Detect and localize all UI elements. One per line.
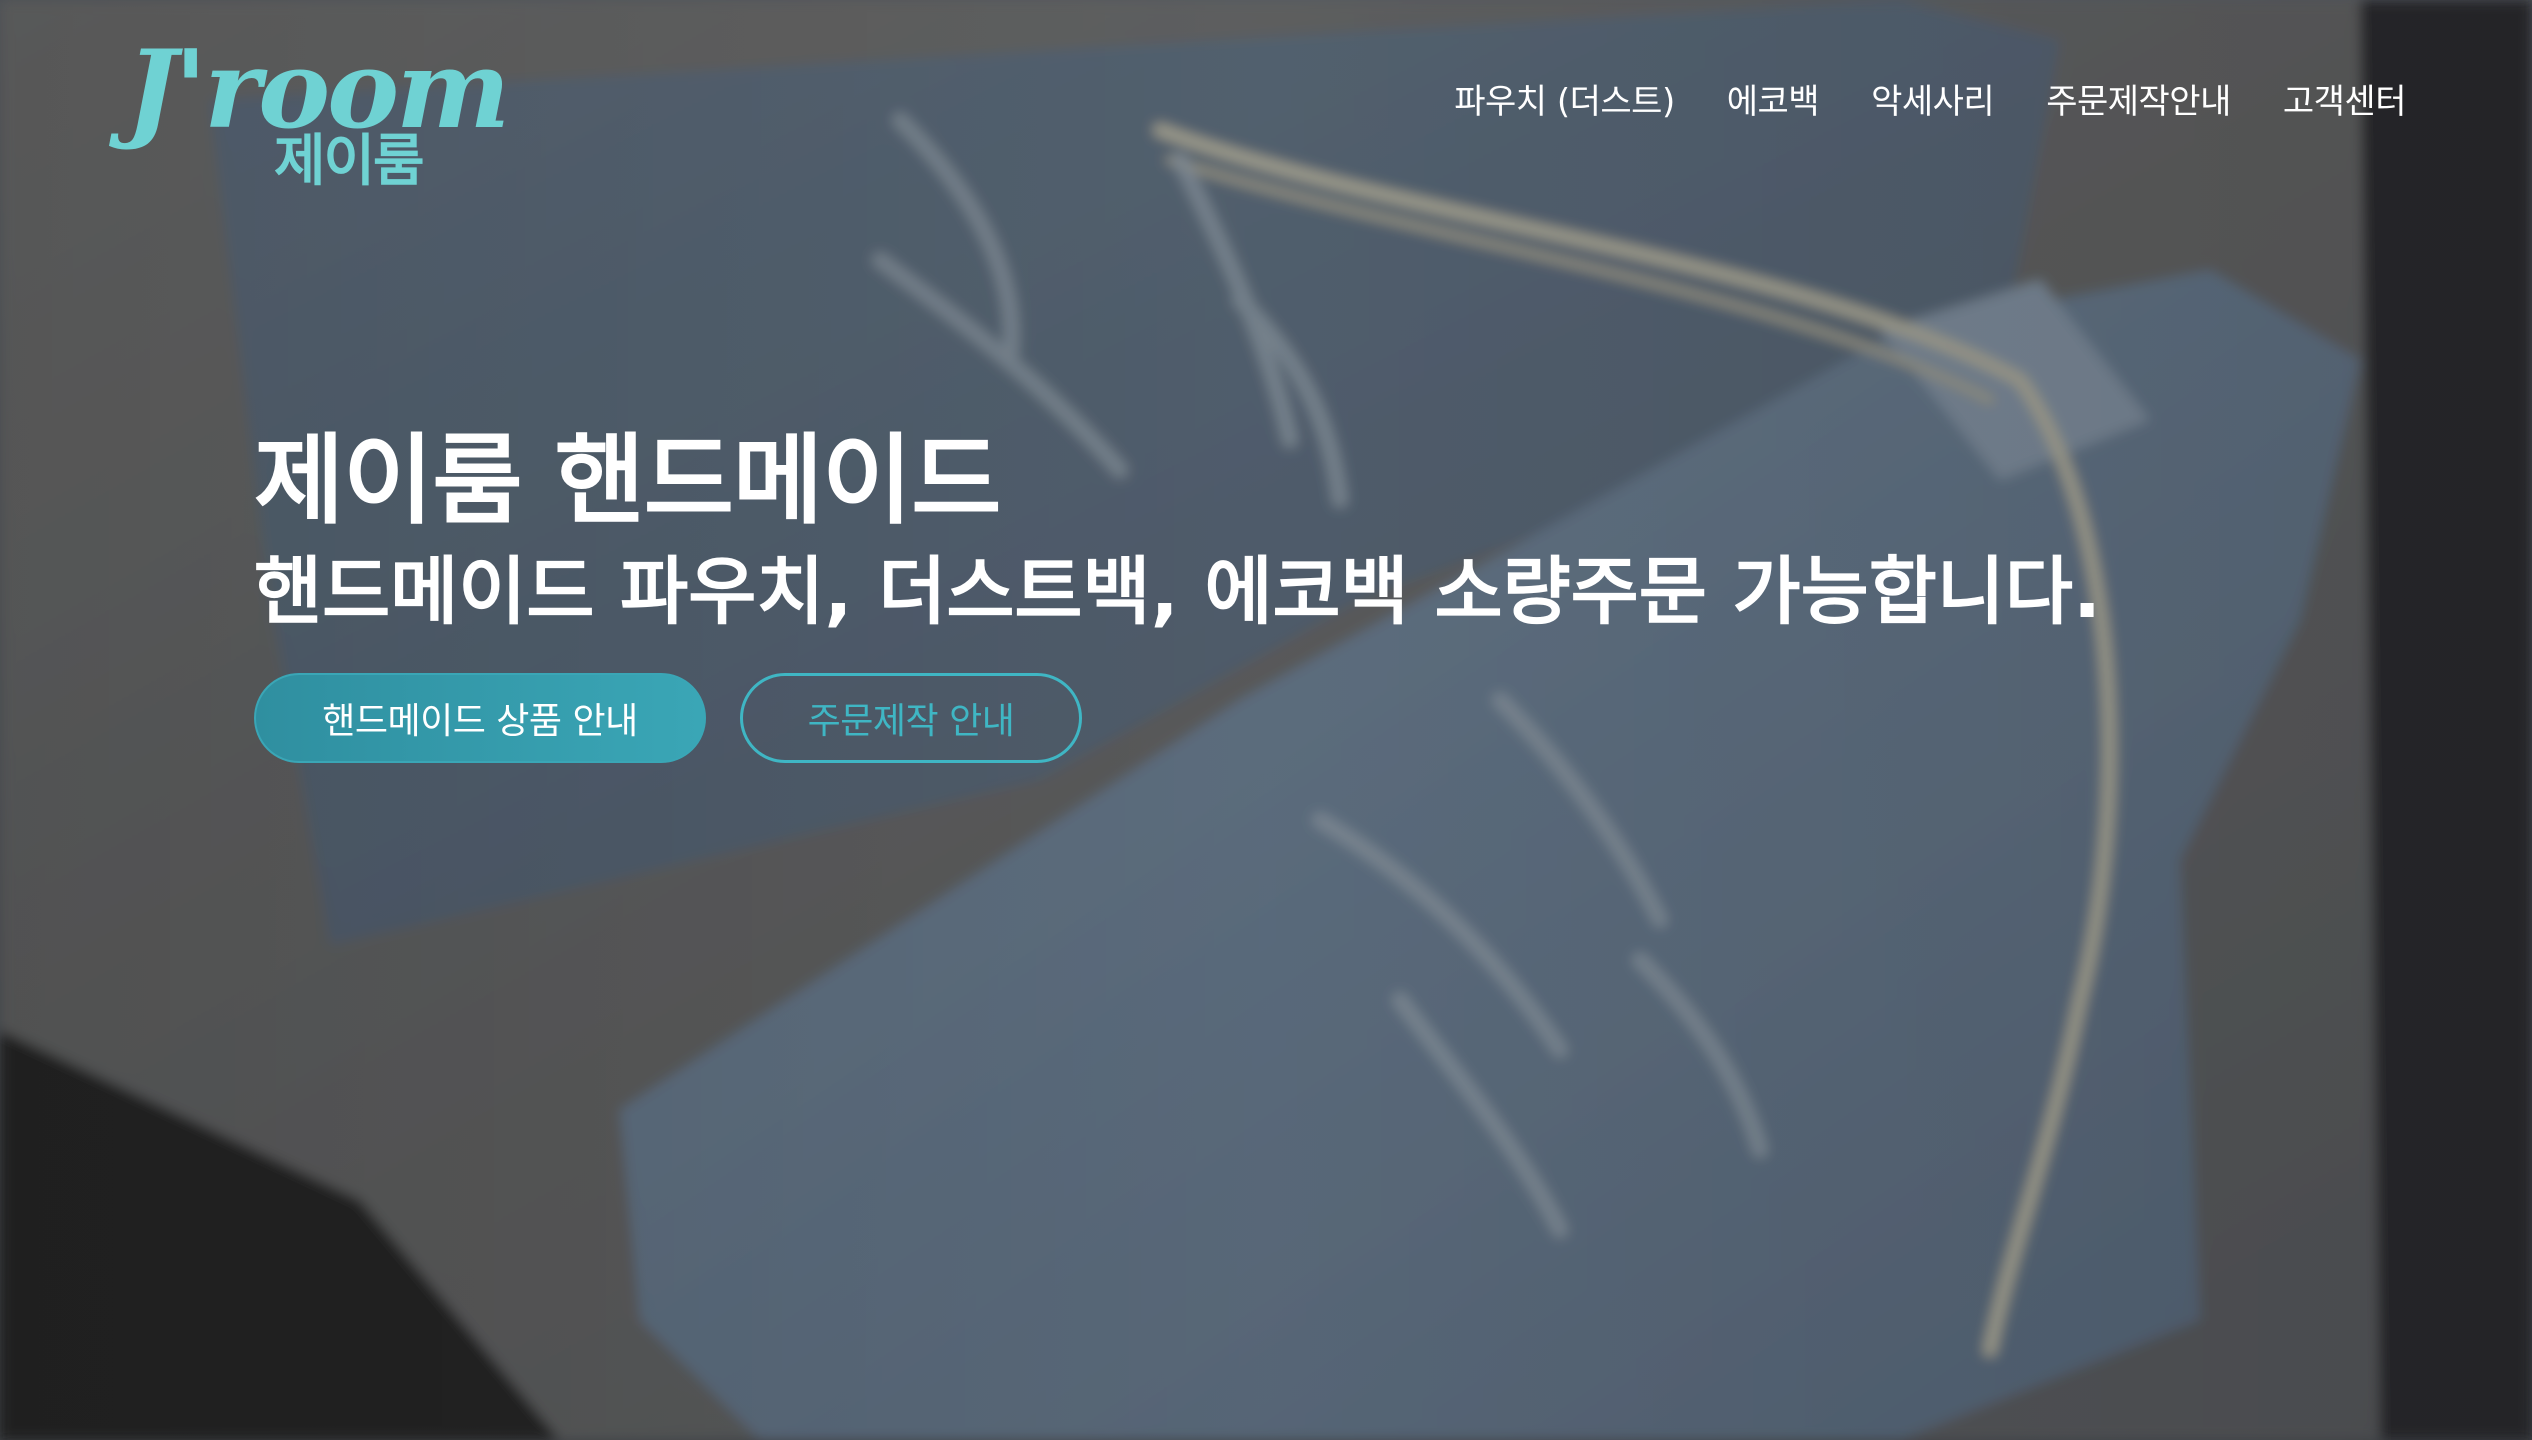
hero-subtitle: 핸드메이드 파우치, 더스트백, 에코백 소량주문 가능합니다. xyxy=(254,548,2102,635)
custom-order-button[interactable]: 주문제작 안내 xyxy=(740,673,1082,764)
nav-item-eco-bag[interactable]: 에코백 xyxy=(1727,74,1820,123)
main-navigation: 파우치 (더스트) 에코백 악세사리 주문제작안내 고객센터 xyxy=(1454,74,2406,123)
nav-item-pouch-dust[interactable]: 파우치 (더스트) xyxy=(1454,74,1675,123)
handmade-products-button[interactable]: 핸드메이드 상품 안내 xyxy=(254,673,706,764)
brand-logo[interactable]: J'room 제이룸 xyxy=(126,36,510,206)
hero-title: 제이룸 핸드메이드 xyxy=(254,424,1001,538)
nav-item-customer-center[interactable]: 고객센터 xyxy=(2283,74,2407,123)
logo-latin-text: J'room xyxy=(126,27,510,153)
hero-section: J'room 제이룸 파우치 (더스트) 에코백 악세사리 주문제작안내 고객센… xyxy=(0,0,2532,1440)
nav-item-accessories[interactable]: 악세사리 xyxy=(1871,74,1995,123)
hero-content: 제이룸 핸드메이드 핸드메이드 파우치, 더스트백, 에코백 소량주문 가능합니… xyxy=(254,424,2354,764)
nav-item-custom-order-info[interactable]: 주문제작안내 xyxy=(2046,74,2231,123)
logo-korean-text: 제이룸 xyxy=(274,129,425,194)
hero-buttons: 핸드메이드 상품 안내 주문제작 안내 xyxy=(254,673,2354,764)
